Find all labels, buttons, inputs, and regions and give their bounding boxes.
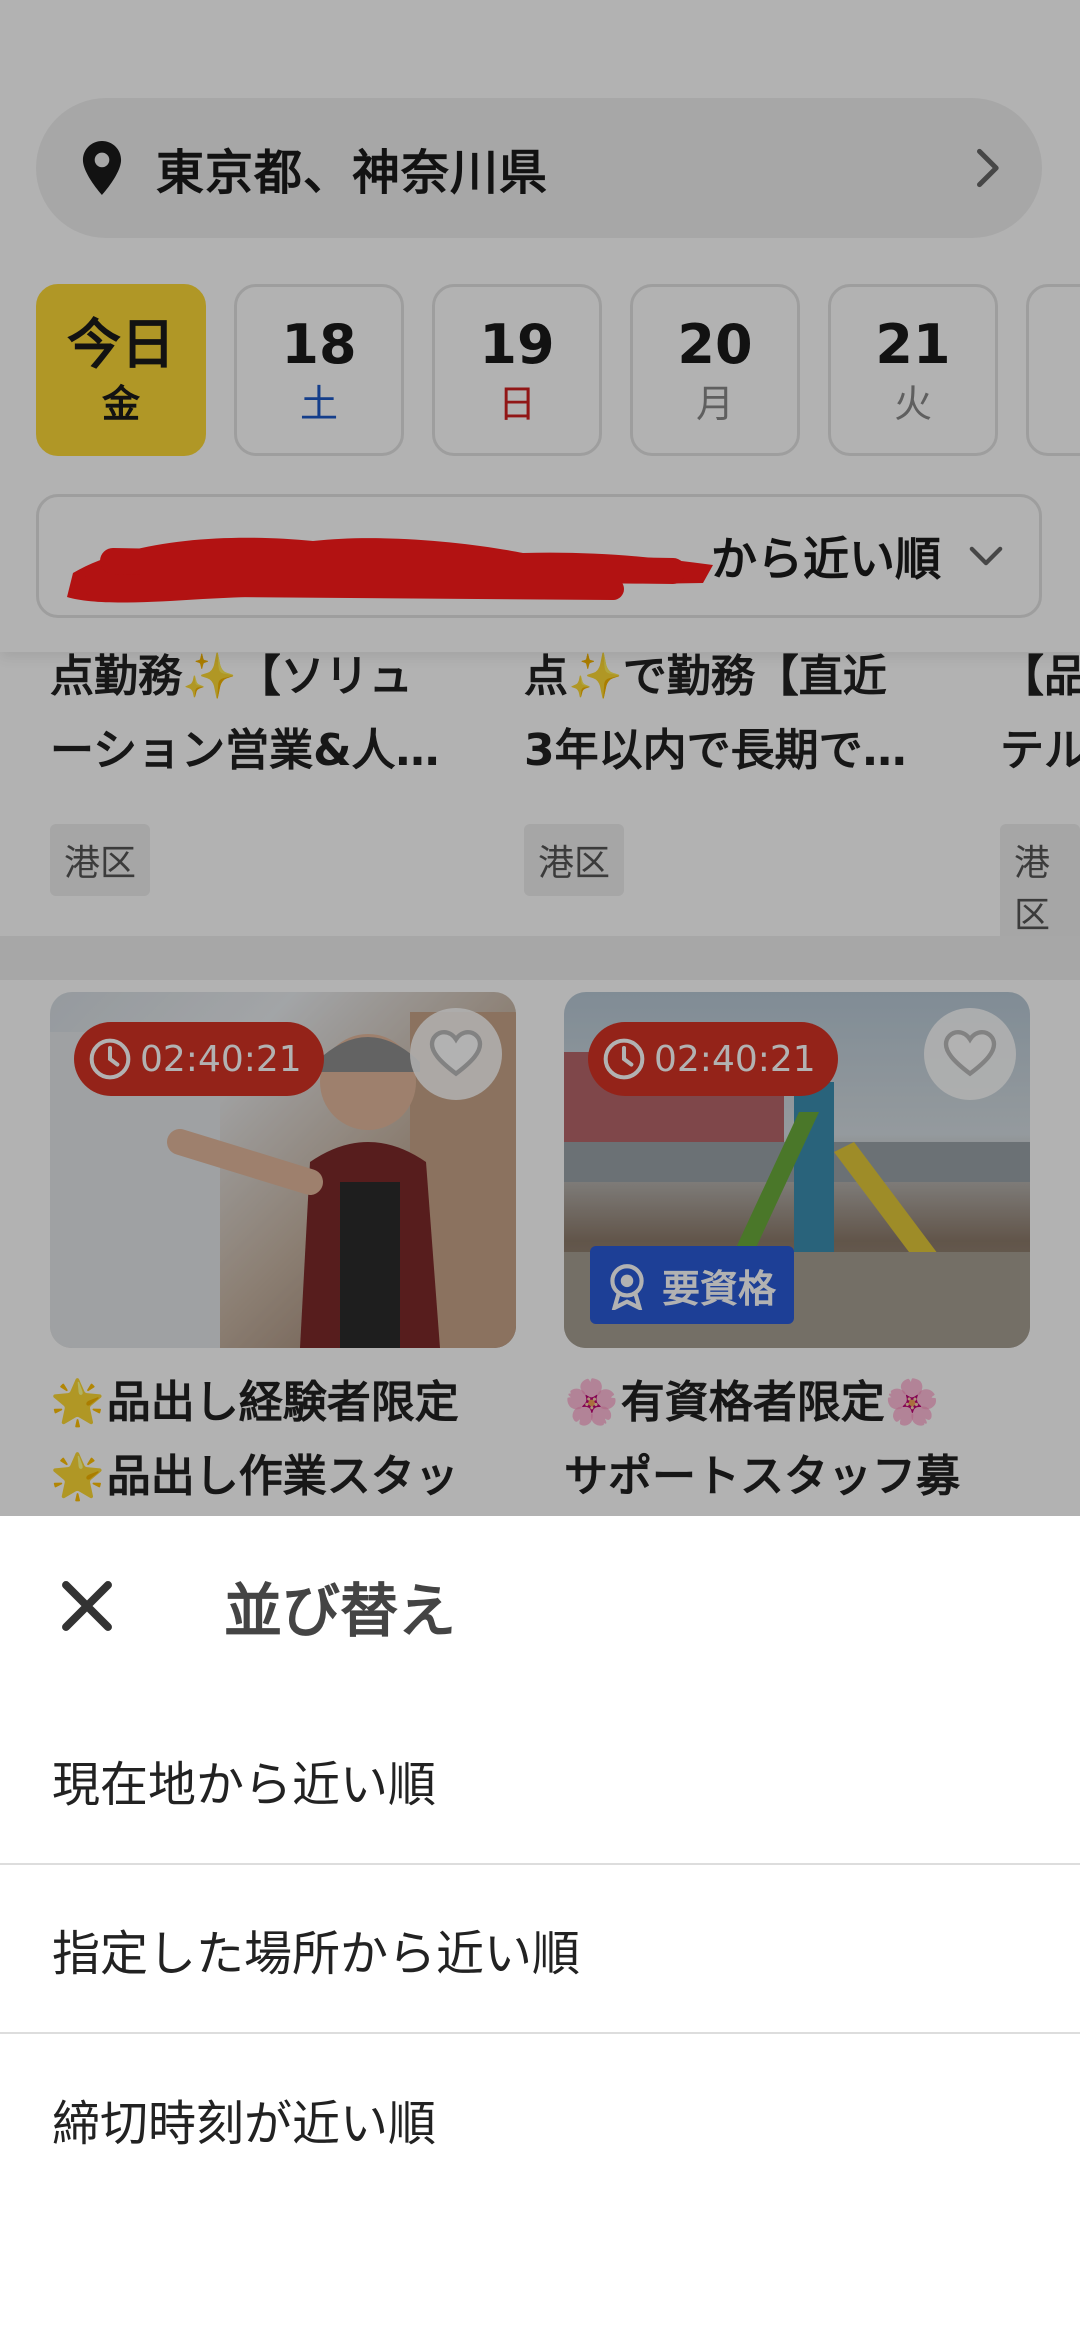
sort-option-deadline[interactable]: 締切時刻が近い順 (0, 2034, 1080, 2203)
close-icon (62, 1581, 112, 1631)
close-button[interactable] (52, 1571, 122, 1641)
sort-bottom-sheet: 並び替え 現在地から近い順 指定した場所から近い順 締切時刻が近い順 (0, 1516, 1080, 2340)
sheet-title: 並び替え (224, 1577, 457, 1645)
sort-option-current-location[interactable]: 現在地から近い順 (0, 1696, 1080, 1865)
sheet-header: 並び替え (0, 1516, 1080, 1696)
sort-option-specified-place[interactable]: 指定した場所から近い順 (0, 1865, 1080, 2034)
